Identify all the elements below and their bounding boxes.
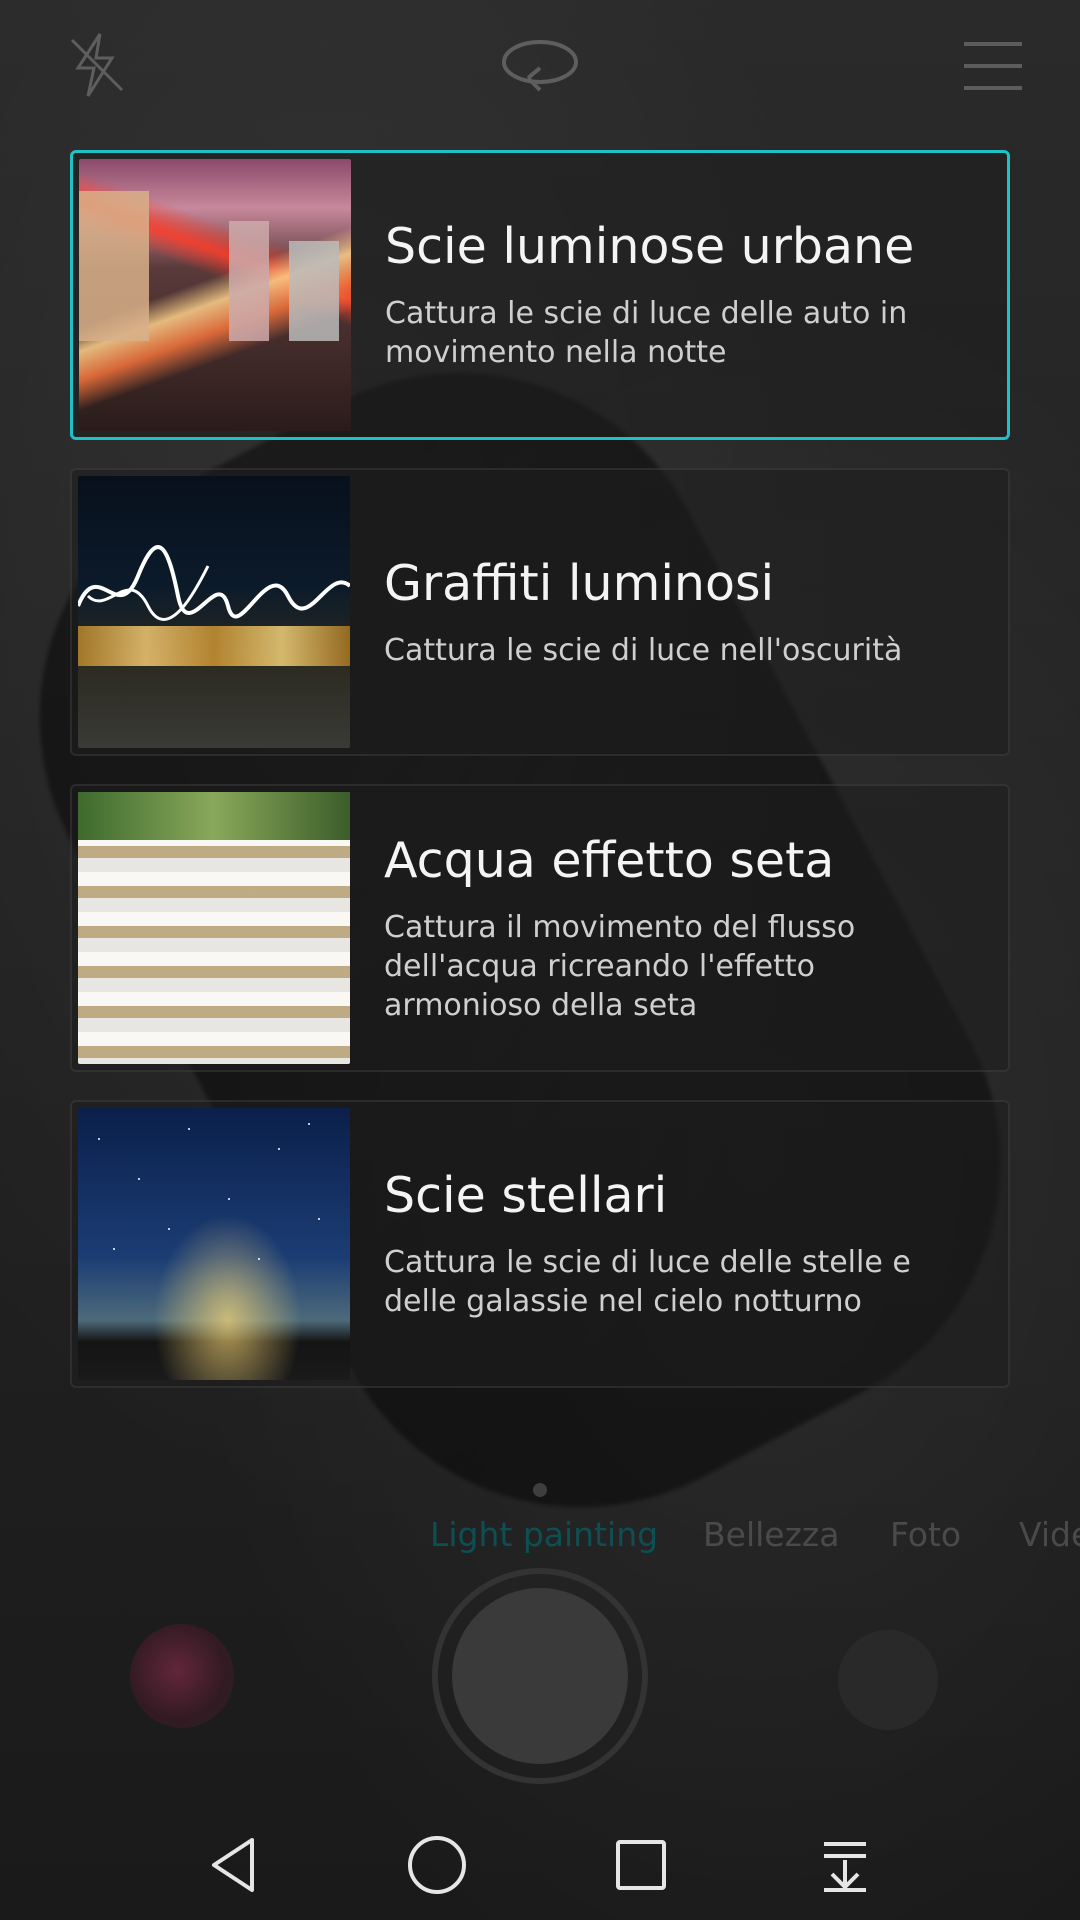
light-painting-mode-list: Scie luminose urbane Cattura le scie di … (70, 150, 1010, 1416)
notification-pulldown-icon[interactable] (810, 1830, 880, 1900)
back-icon[interactable] (200, 1830, 270, 1900)
card-title: Graffiti luminosi (384, 554, 775, 612)
home-icon[interactable] (402, 1830, 472, 1900)
mode-carousel: Light painting Bellezza Foto Vide (0, 1510, 1080, 1560)
shutter-button[interactable] (452, 1588, 628, 1764)
mode-bellezza[interactable]: Bellezza (703, 1510, 839, 1560)
gallery-thumbnail[interactable] (130, 1624, 234, 1728)
recent-apps-icon[interactable] (606, 1830, 676, 1900)
card-description: Cattura il movimento del flusso dell'acq… (384, 909, 856, 1023)
menu-icon[interactable] (958, 30, 1028, 100)
card-title: Scie stellari (384, 1167, 668, 1224)
card-description: Cattura le scie di luce delle auto in mo… (385, 296, 908, 370)
switch-camera-icon[interactable] (498, 30, 582, 100)
silky-water-thumbnail (78, 792, 350, 1064)
card-title: Scie luminose urbane (385, 218, 915, 275)
light-graffiti-thumbnail (78, 476, 350, 748)
card-scie-stellari[interactable]: Scie stellari Cattura le scie di luce de… (70, 1100, 1010, 1388)
mode-indicator-dot (533, 1483, 547, 1497)
card-description: Cattura le scie di luce delle stelle e d… (384, 1245, 911, 1319)
flash-off-icon[interactable] (62, 30, 132, 100)
mode-foto[interactable]: Foto (890, 1510, 961, 1560)
card-scie-luminose-urbane[interactable]: Scie luminose urbane Cattura le scie di … (70, 150, 1010, 440)
card-title: Acqua effetto seta (384, 831, 835, 889)
navigation-bar (0, 1800, 1080, 1920)
card-description: Cattura le scie di luce nell'oscurità (384, 632, 903, 668)
mode-video[interactable]: Vide (1019, 1510, 1080, 1560)
urban-light-trails-thumbnail (79, 159, 351, 431)
effects-icon[interactable] (838, 1630, 938, 1730)
card-graffiti-luminosi[interactable]: Graffiti luminosi Cattura le scie di luc… (70, 468, 1010, 756)
star-trails-thumbnail (78, 1108, 350, 1380)
card-acqua-effetto-seta[interactable]: Acqua effetto seta Cattura il movimento … (70, 784, 1010, 1072)
top-bar (0, 0, 1080, 130)
mode-light-painting[interactable]: Light painting (430, 1510, 658, 1560)
